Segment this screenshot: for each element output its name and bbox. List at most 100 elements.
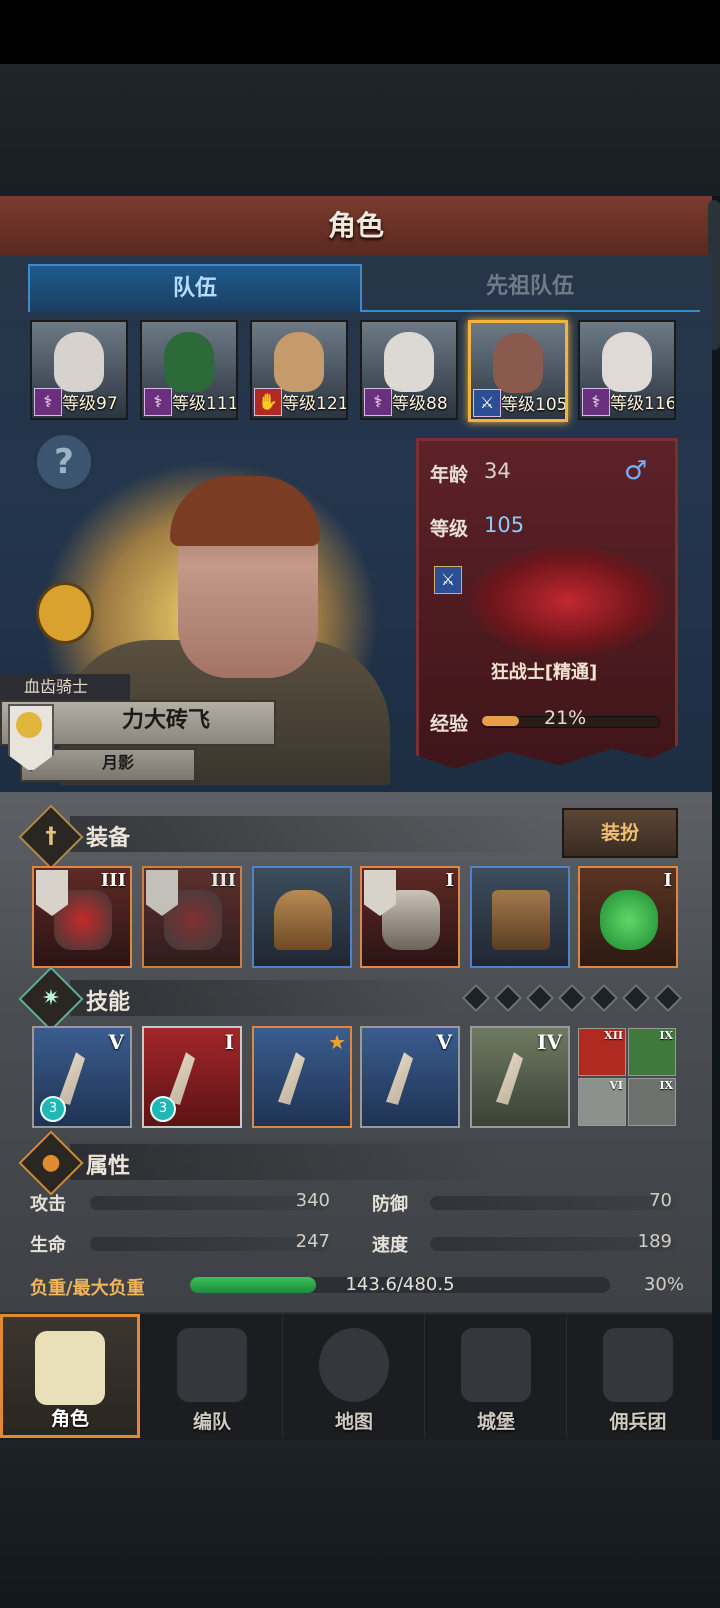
hero-portrait [54, 332, 104, 392]
crystal-arm-icon [496, 1052, 523, 1105]
skills-title: 技能 [86, 990, 131, 1015]
equipment-slot-weapon-main[interactable]: III [32, 866, 132, 968]
star-icon: ★ [328, 1030, 346, 1054]
equipment-slot-weapon-off[interactable]: III [142, 866, 242, 968]
person-icon: ● [41, 1150, 61, 1175]
tab-ancestor-team[interactable]: 先祖队伍 [360, 264, 700, 312]
skill-rank: V [436, 1030, 452, 1054]
top-background [0, 64, 720, 196]
passive-rank: IX [659, 1029, 673, 1042]
equipment-slot-trinket[interactable]: I [578, 866, 678, 968]
speed-value: 189 [637, 1231, 672, 1252]
jade-figure-icon [600, 890, 658, 950]
tab-team[interactable]: 队伍 [28, 264, 362, 312]
skill-slot-5[interactable]: IV [470, 1026, 570, 1128]
equipment-rank: III [100, 870, 126, 891]
male-gender-icon: ♂ [624, 456, 648, 486]
equipment-rank: I [445, 870, 454, 891]
knight-icon [35, 1331, 105, 1405]
hero-slot-2[interactable]: ⚕ 等级111 [140, 320, 238, 420]
skill-charge-badge: 3 [150, 1096, 176, 1122]
sun-emblem-icon [16, 712, 42, 738]
skill-slot-1[interactable]: V 3 [32, 1026, 132, 1128]
age-label: 年龄 [430, 464, 469, 486]
sword-class-icon: ⚔ [434, 566, 462, 594]
staff-class-icon: ⚕ [364, 388, 392, 416]
equipment-slot-helmet[interactable] [252, 866, 352, 968]
hero-level: 等级111 [172, 394, 238, 414]
help-icon[interactable]: ? [34, 432, 94, 492]
passive-rank: VI [609, 1079, 623, 1092]
passive-sword-icon[interactable]: XII [578, 1028, 626, 1076]
hero-level: 等级97 [62, 394, 118, 414]
crystal-sword-icon [386, 1052, 413, 1105]
equipment-slot-armor[interactable]: I [360, 866, 460, 968]
nav-label: 编队 [192, 1411, 231, 1433]
hand-class-icon: ✋ [254, 388, 282, 416]
dress-up-button[interactable]: 装扮 [562, 808, 678, 858]
passive-arm-icon[interactable]: IX [628, 1028, 676, 1076]
nav-character[interactable]: 角色 [0, 1314, 140, 1438]
berserker-class-art [470, 546, 666, 656]
hero-level: 等级88 [392, 394, 448, 414]
helmet-group-icon [177, 1328, 247, 1402]
hero-level: 等级116 [610, 394, 676, 414]
passive-rank: IX [659, 1079, 673, 1092]
hero-portrait [493, 333, 543, 393]
character-name[interactable]: 力大砖飞 [60, 700, 272, 742]
equipment-rank: III [210, 870, 236, 891]
hero-slot-4[interactable]: ⚕ 等级88 [360, 320, 458, 420]
exp-percent: 21% [544, 707, 587, 729]
nav-formation[interactable]: 编队 [142, 1314, 283, 1438]
attributes-title: 属性 [86, 1154, 131, 1179]
nav-castle[interactable]: 城堡 [426, 1314, 567, 1438]
dagger-icon: † [45, 824, 57, 849]
skill-slot-4[interactable]: V [360, 1026, 460, 1128]
skill-slot-3[interactable]: ★ [252, 1026, 352, 1128]
load-value: 143.6/480.5 [345, 1274, 455, 1295]
hero-slot-1[interactable]: ⚕ 等级97 [30, 320, 128, 420]
age-value: 34 [484, 459, 511, 483]
skill-rank: V [108, 1030, 124, 1054]
hp-label: 生命 [30, 1235, 66, 1256]
passive-shield-icon[interactable]: IX [628, 1078, 676, 1126]
defense-value: 70 [649, 1190, 672, 1211]
claw-icon [278, 1052, 305, 1105]
level-value: 105 [484, 513, 525, 537]
bottom-background [0, 1440, 720, 1608]
hero-level: 等级121 [282, 394, 348, 414]
sword-class-icon: ⚔ [473, 389, 501, 417]
hero-portrait [164, 332, 214, 392]
nav-label: 佣兵团 [609, 1411, 667, 1433]
load-percent: 30% [643, 1274, 684, 1295]
exp-label: 经验 [430, 713, 469, 735]
star-burst-icon: ✷ [41, 986, 61, 1011]
nav-mercenary[interactable]: 佣兵团 [568, 1314, 708, 1438]
exp-bar-fill [482, 716, 519, 726]
status-bar [0, 0, 720, 64]
attack-value: 340 [295, 1190, 330, 1211]
character-class-title: 血齿骑士 [0, 674, 130, 700]
passive-heal-cross-icon[interactable]: VI [578, 1078, 626, 1126]
nav-map[interactable]: 地图 [284, 1314, 425, 1438]
attack-label: 攻击 [30, 1194, 66, 1215]
nav-label: 角色 [50, 1408, 89, 1430]
potion-icon[interactable] [36, 582, 94, 644]
skill-rank: IV [537, 1030, 562, 1054]
skill-slot-2[interactable]: I 3 [142, 1026, 242, 1128]
speed-label: 速度 [372, 1235, 408, 1256]
hero-slot-3[interactable]: ✋ 等级121 [250, 320, 348, 420]
hero-slot-6[interactable]: ⚕ 等级116 [578, 320, 676, 420]
equipment-title: 装备 [86, 826, 131, 851]
defense-label: 防御 [372, 1194, 408, 1215]
equipment-slot-boots[interactable] [470, 866, 570, 968]
boots-icon [492, 890, 550, 950]
castle-icon [461, 1328, 531, 1402]
hero-level: 等级105 [501, 395, 568, 415]
hero-slot-5-selected[interactable]: ⚔ 等级105 [468, 320, 568, 422]
nav-label: 城堡 [476, 1411, 515, 1433]
passive-rank: XII [604, 1029, 623, 1042]
load-label: 负重/最大负重 [30, 1278, 145, 1299]
page-title: 角色 [327, 209, 384, 242]
hp-value: 247 [295, 1231, 330, 1252]
